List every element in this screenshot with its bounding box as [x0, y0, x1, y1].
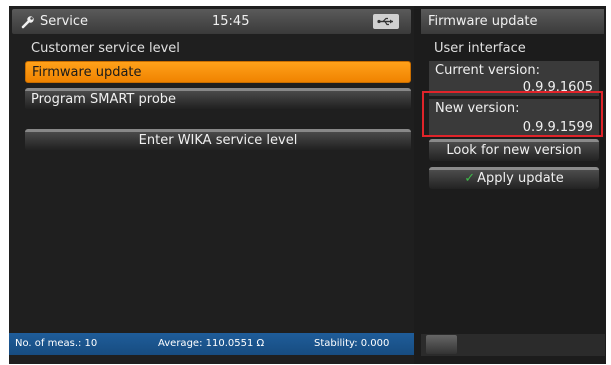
checkmark-icon: ✓: [464, 171, 476, 186]
panel-title: Firmware update: [421, 9, 604, 34]
right-panel: Firmware update User interface Current v…: [419, 6, 606, 364]
customer-service-label: Customer service level: [31, 41, 180, 56]
slider-handle[interactable]: [426, 335, 457, 354]
measurement-count: No. of meas.: 10: [15, 338, 98, 349]
status-bar: No. of meas.: 10 Average: 110.0551 Ω Sta…: [9, 333, 414, 355]
average-value: Average: 110.0551 Ω: [158, 338, 265, 349]
wrench-icon: [21, 16, 34, 29]
stability-value: Stability: 0.000: [314, 338, 390, 349]
title-bar: Service 15:45: [12, 9, 411, 34]
user-interface-label: User interface: [434, 41, 526, 56]
highlight-frame: [422, 91, 603, 137]
apply-update-button[interactable]: ✓ Apply update: [429, 167, 599, 189]
clock: 15:45: [212, 14, 250, 29]
look-for-new-version-button[interactable]: Look for new version: [429, 139, 599, 161]
left-panel: Service 15:45 Customer service level Fir…: [9, 6, 414, 364]
current-version-label: Current version:: [435, 63, 540, 78]
enter-wika-service-button[interactable]: Enter WIKA service level: [25, 129, 411, 151]
page-title: Service: [40, 14, 89, 29]
apply-update-label: Apply update: [477, 171, 564, 186]
firmware-update-item[interactable]: Firmware update: [25, 61, 411, 83]
program-smart-probe-item[interactable]: Program SMART probe: [25, 88, 411, 110]
usb-icon: [377, 17, 393, 26]
bottom-slider-bar: [421, 334, 605, 356]
usb-status[interactable]: [373, 14, 399, 29]
